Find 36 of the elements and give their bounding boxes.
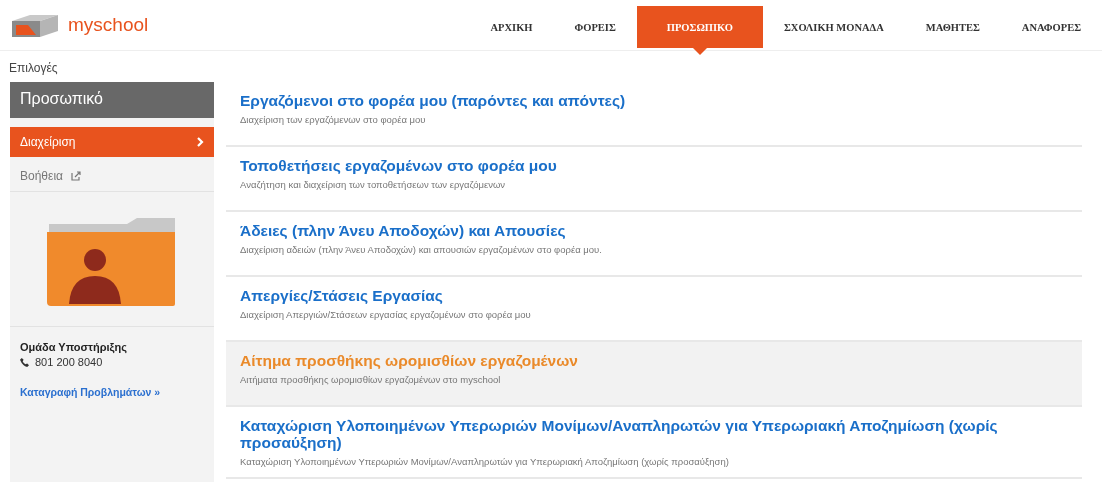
menu-entry[interactable]: Αίτημα προσθήκης ωρομισθίων εργαζομένων Αιτήματα προσθήκης ωρομισθίων εργαζομένων στο myschool [226, 342, 1082, 407]
entry-description: Καταχώριση Υλοποιημένων Υπερωριών Μονίμων/Αναπληρωτών για Υπερωριακή Αποζημίωση (χωρίς προσαύξηση) [240, 456, 730, 467]
nav-tab[interactable]: ΦΟΡΕΙΣ [553, 6, 637, 48]
menu-entry[interactable]: Εργαζόμενοι στο φορέα μου (παρόντες και απόντες) Διαχείριση των εργαζόμενων στο φορέα μου [226, 82, 1082, 147]
logo-icon [10, 13, 60, 37]
sidebar-item[interactable]: Διαχείριση [10, 127, 214, 157]
nav-tab[interactable]: ΜΑΘΗΤΕΣ [904, 6, 1001, 48]
support-title: Ομάδα Υποστήριξης [20, 341, 128, 353]
nav-tab[interactable]: ΑΡΧΙΚΗ [469, 6, 554, 48]
report-problems-link[interactable]: Καταγραφή Προβλημάτων » [20, 386, 204, 398]
menu-entry[interactable]: Καταχώριση Υλοποιημένων Υπερωριών Μονίμων/Αναπληρωτών για Υπερωριακή Αποζημίωση (χωρίς προσαύξηση) Καταχώριση Υλοποιημένων Υπερωριών Μονίμων/Αναπληρωτών για Υπερωριακή Αποζημίωση (χωρίς προσαύξηση) [226, 407, 1082, 479]
phone-number: 801 200 8040 [35, 356, 103, 368]
nav-tab[interactable]: ΣΧΟΛΙΚΗ ΜΟΝΑΔΑ [762, 6, 905, 48]
entry-description: Διαχείριση αδειών (πλην Άνευ Αποδοχών) και απουσιών εργαζομένων στο φορέα μου. [240, 244, 603, 255]
phone-icon [20, 357, 29, 367]
external-link-icon [71, 171, 81, 181]
breadcrumb: Επιλογές [9, 61, 58, 75]
entry-title: Απεργίες/Στάσεις Εργασίας [240, 287, 444, 304]
entry-title: Εργαζόμενοι στο φορέα μου (παρόντες και απόντες) [240, 92, 627, 109]
menu-entry[interactable]: Τοποθετήσεις εργαζομένων στο φορέα μου Αναζήτηση και διαχείριση των τοποθετήσεων των εργαζόμενων [226, 147, 1082, 212]
entry-title: Καταχώριση Υλοποιημένων Υπερωριών Μονίμων/Αναπληρωτών για Υπερωριακή Αποζημίωση (χωρίς προσαύξηση) [240, 417, 999, 451]
entry-description: Αιτήματα προσθήκης ωρομισθίων εργαζομένων στο myschool [240, 374, 502, 385]
folder-person-icon [47, 218, 177, 306]
sidebar-item[interactable]: Βοήθεια [10, 161, 214, 192]
entry-title: Αίτημα προσθήκης ωρομισθίων εργαζομένων [240, 352, 579, 369]
logo-text: myschool [68, 14, 149, 36]
tab-pointer-icon [692, 48, 707, 55]
entry-title: Τοποθετήσεις εργαζομένων στο φορέα μου [240, 157, 558, 174]
sidebar-title: Προσωπικό [10, 82, 214, 118]
nav-tab[interactable]: ΑΝΑΦΟΡΕΣ [1000, 6, 1102, 48]
entry-title: Άδειες (πλην Άνευ Αποδοχών) και Απουσίες [240, 222, 567, 239]
entry-description: Διαχείριση Απεργιών/Στάσεων εργασίας εργαζομένων στο φορέα μου [240, 309, 532, 320]
chevron-icon [197, 137, 204, 147]
menu-entry[interactable]: Άδειες (πλην Άνευ Αποδοχών) και Απουσίες Διαχείριση αδειών (πλην Άνευ Αποδοχών) και απουσιών εργαζομένων στο φορέα μου. [226, 212, 1082, 277]
entry-description: Αναζήτηση και διαχείριση των τοποθετήσεων των εργαζόμενων [240, 179, 507, 190]
entry-description: Διαχείριση των εργαζόμενων στο φορέα μου [240, 114, 427, 125]
